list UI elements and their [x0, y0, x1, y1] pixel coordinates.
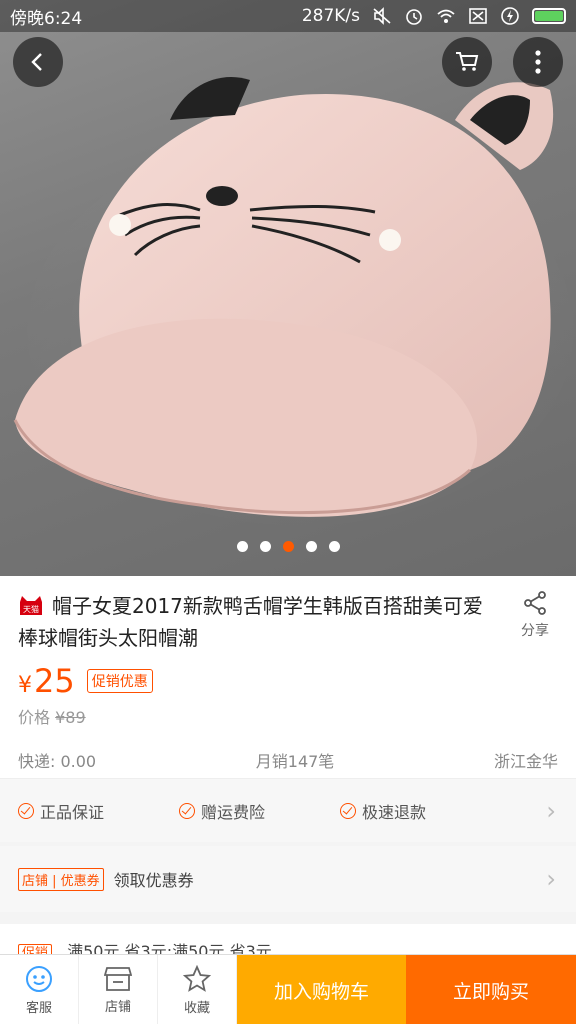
store-icon: [104, 966, 132, 991]
original-price: ¥89: [55, 708, 86, 727]
customer-service-button[interactable]: 客服: [0, 955, 79, 1024]
original-price-row: 价格 ¥89: [18, 704, 86, 728]
price-symbol: ¥: [18, 673, 32, 698]
bottom-action-bar: 客服 店铺 收藏 加入购物车 立即购买: [0, 954, 576, 1024]
chevron-right-icon: ›: [546, 796, 556, 825]
tmall-badge-icon: 天猫: [18, 593, 44, 615]
customer-service-icon: [26, 965, 52, 992]
guarantee-item: 正品保证: [18, 799, 179, 823]
gallery-dot[interactable]: [328, 541, 340, 552]
monthly-sales: 月销147笔: [255, 752, 335, 771]
wifi-icon: [437, 9, 455, 23]
service-label: 客服: [25, 1000, 52, 1016]
product-title: 帽子女夏2017新款鸭舌帽学生韩版百搭甜美可爱棒球帽街头太阳帽潮: [18, 594, 483, 650]
gallery-dot-active[interactable]: [282, 541, 294, 552]
check-circle-icon: [179, 802, 195, 819]
check-circle-icon: [18, 802, 34, 819]
store-label: 店铺: [104, 999, 131, 1015]
gallery-pagination: [0, 541, 576, 552]
back-arrow-icon: [31, 53, 42, 71]
guarantee-row[interactable]: 正品保证 赠运费险 极速退款 ›: [0, 778, 576, 842]
gallery-dot[interactable]: [236, 541, 248, 552]
price-value: 25: [34, 662, 75, 700]
check-circle-icon: [340, 802, 356, 819]
sim-icon: [469, 8, 487, 24]
buy-now-button[interactable]: 立即购买: [406, 955, 576, 1024]
gallery-dot[interactable]: [259, 541, 271, 552]
chevron-right-icon: ›: [546, 865, 556, 893]
product-image-gallery[interactable]: 傍晚6:24 287K/s: [0, 0, 576, 576]
alarm-icon: [406, 9, 422, 25]
coupon-row[interactable]: 店铺 | 优惠券 领取优惠券 ›: [0, 846, 576, 912]
promo-tag: 促销优惠: [86, 669, 153, 693]
star-icon: [183, 964, 211, 992]
more-vertical-icon: [535, 50, 541, 74]
guarantee-item: 极速退款: [340, 799, 501, 823]
guarantee-label: 正品保证: [40, 802, 105, 822]
price-row: ¥25 促销优惠: [18, 662, 153, 700]
product-detail-page: 傍晚6:24 287K/s 天猫 帽子女夏2017新款鸭舌帽学生韩版百搭甜美可爱…: [0, 0, 576, 1024]
add-to-cart-button[interactable]: 加入购物车: [237, 955, 406, 1024]
charging-icon: [501, 7, 519, 25]
cart-icon: [456, 52, 479, 71]
coupon-label: 领取优惠券: [113, 871, 194, 890]
product-title-block: 天猫 帽子女夏2017新款鸭舌帽学生韩版百搭甜美可爱棒球帽街头太阳帽潮: [18, 590, 498, 654]
back-button[interactable]: [13, 37, 63, 87]
share-icon: [524, 591, 546, 615]
cat-ear-cap-image: [13, 76, 554, 517]
cart-button[interactable]: [442, 37, 492, 87]
share-label: 分享: [521, 623, 549, 639]
product-info-card: 天猫 帽子女夏2017新款鸭舌帽学生韩版百搭甜美可爱棒球帽街头太阳帽潮 分享 ¥…: [0, 576, 576, 778]
original-price-label: 价格: [18, 708, 51, 727]
share-button[interactable]: 分享: [508, 590, 562, 640]
shipping-fee: 快递: 0.00: [18, 752, 97, 771]
battery-icon: [532, 8, 566, 24]
mute-icon: [373, 7, 391, 25]
gallery-dot[interactable]: [305, 541, 317, 552]
current-price: ¥25: [18, 662, 75, 700]
favorite-button[interactable]: 收藏: [158, 955, 237, 1024]
guarantee-label: 赠运费险: [201, 802, 266, 822]
more-button[interactable]: [513, 37, 563, 87]
ship-location: 浙江金华: [493, 752, 558, 771]
coupon-tag: 店铺 | 优惠券: [18, 867, 104, 891]
delivery-meta-row: 快递: 0.00 月销147笔 浙江金华: [18, 748, 558, 772]
store-button[interactable]: 店铺: [79, 955, 158, 1024]
store-badge-text: 天猫: [23, 604, 39, 614]
guarantee-label: 极速退款: [362, 802, 427, 822]
network-speed: 287K/s: [301, 6, 360, 26]
status-time: 傍晚6:24: [10, 8, 83, 29]
guarantee-item: 赠运费险: [179, 799, 340, 823]
favorite-label: 收藏: [183, 1000, 210, 1016]
status-bar: 傍晚6:24 287K/s: [0, 0, 576, 32]
